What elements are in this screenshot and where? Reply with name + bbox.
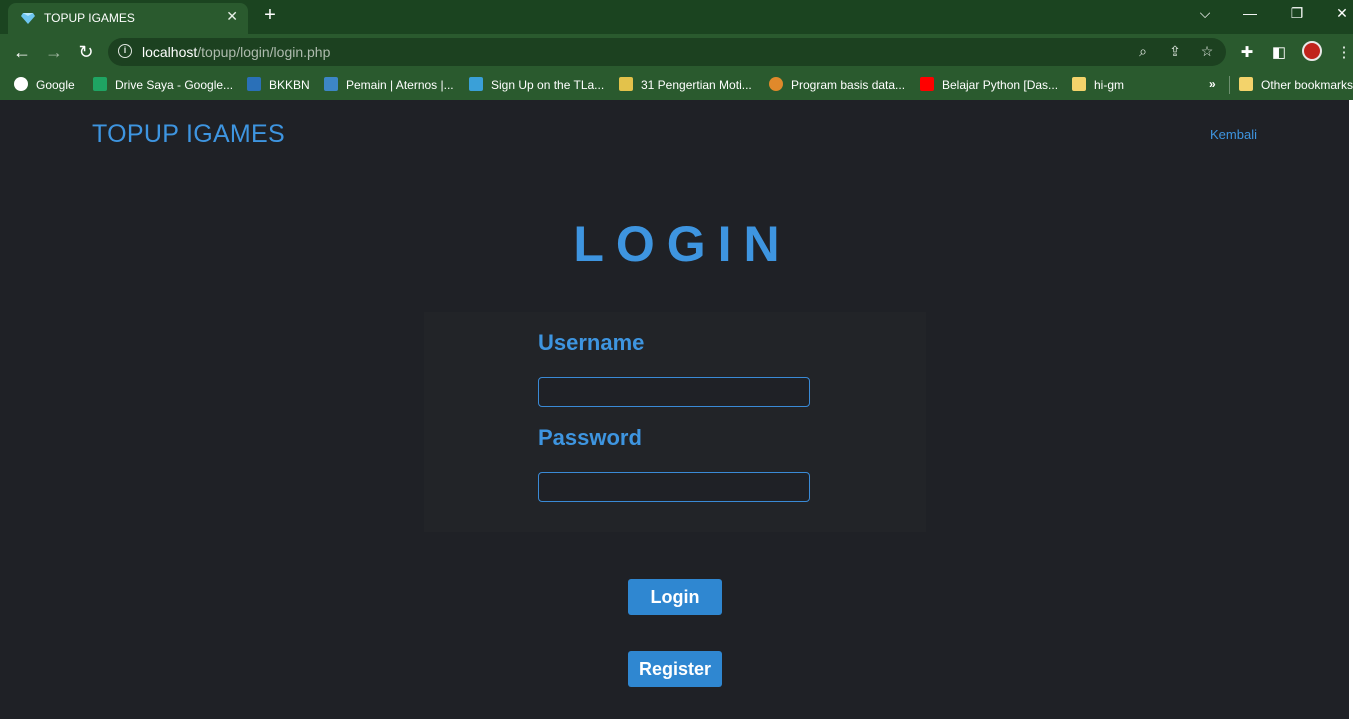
username-input[interactable] (538, 377, 810, 407)
address-url[interactable]: localhost/topup/login/login.php (142, 44, 330, 60)
circle-icon (769, 77, 783, 91)
tab-search-icon[interactable]: ⌵ (1195, 5, 1215, 22)
diamond-icon (21, 13, 35, 24)
bookmark-basis-data[interactable]: Program basis data... (769, 77, 905, 92)
forward-icon[interactable]: → (44, 42, 64, 62)
login-button[interactable]: Login (628, 579, 722, 615)
folder-icon (1239, 77, 1253, 91)
bookmark-google[interactable]: Google (14, 77, 75, 92)
reload-icon[interactable]: ↻ (76, 42, 96, 62)
bkkbn-icon (247, 77, 261, 91)
star-icon[interactable]: ☆ (1198, 43, 1216, 60)
extensions-icon[interactable]: ✚ (1238, 43, 1256, 61)
back-icon[interactable]: ← (12, 42, 32, 62)
browser-tab[interactable]: TOPUP IGAMES ✕ (8, 3, 248, 34)
other-bookmarks[interactable]: Other bookmarks (1239, 77, 1353, 92)
tl-icon (469, 77, 483, 91)
info-icon[interactable]: i (118, 44, 132, 58)
folder-icon (1072, 77, 1086, 91)
aternos-icon (324, 77, 338, 91)
sidepanel-icon[interactable]: ◧ (1270, 43, 1288, 61)
login-form: Username Password (424, 312, 926, 532)
minimize-icon[interactable]: — (1240, 5, 1260, 21)
bookmarks-more-icon[interactable]: » (1209, 77, 1216, 91)
username-label: Username (538, 330, 645, 355)
brand-logo[interactable]: TOPUP IGAMES (92, 120, 285, 149)
bookmark-drive[interactable]: Drive Saya - Google... (93, 77, 233, 92)
new-tab-button[interactable]: + (260, 4, 280, 27)
page-content: TOPUP IGAMES Kembali LOGIN Username Pass… (0, 100, 1353, 719)
share-icon[interactable]: ⇪ (1166, 43, 1184, 60)
bookmark-aternos[interactable]: Pemain | Aternos |... (324, 77, 454, 92)
register-button[interactable]: Register (628, 651, 722, 687)
bookmarks-bar: Google Drive Saya - Google... BKKBN Pema… (0, 70, 1353, 100)
bookmarks-divider (1229, 76, 1230, 94)
bookmark-tl[interactable]: Sign Up on the TLa... (469, 77, 604, 92)
window-close-icon[interactable]: ✕ (1332, 5, 1352, 22)
browser-toolbar: ← → ↻ i localhost/topup/login/login.php … (0, 34, 1353, 70)
tab-close-icon[interactable]: ✕ (226, 8, 238, 25)
bookmark-bkkbn[interactable]: BKKBN (247, 77, 310, 92)
bookmark-python[interactable]: Belajar Python [Das... (920, 77, 1058, 92)
address-bar[interactable]: i localhost/topup/login/login.php ⌕ ⇪ ☆ (108, 38, 1226, 66)
page-title: LOGIN (573, 216, 792, 272)
motivation-icon (619, 77, 633, 91)
profile-avatar[interactable] (1302, 41, 1322, 61)
back-link[interactable]: Kembali (1210, 127, 1257, 142)
google-icon (14, 77, 28, 91)
drive-icon (93, 77, 107, 91)
password-label: Password (538, 425, 642, 450)
bookmark-hi-gm[interactable]: hi-gm (1072, 77, 1124, 92)
restore-icon[interactable]: ❐ (1287, 5, 1307, 22)
youtube-icon (920, 77, 934, 91)
password-input[interactable] (538, 472, 810, 502)
zoom-icon[interactable]: ⌕ (1134, 43, 1152, 60)
scrollbar[interactable] (1349, 100, 1353, 719)
tab-title: TOPUP IGAMES (44, 11, 135, 25)
bookmark-motivasi[interactable]: 31 Pengertian Moti... (619, 77, 752, 92)
menu-icon[interactable]: ⋮ (1335, 43, 1353, 61)
tab-strip: TOPUP IGAMES ✕ + ⌵ — ❐ ✕ (0, 0, 1353, 34)
